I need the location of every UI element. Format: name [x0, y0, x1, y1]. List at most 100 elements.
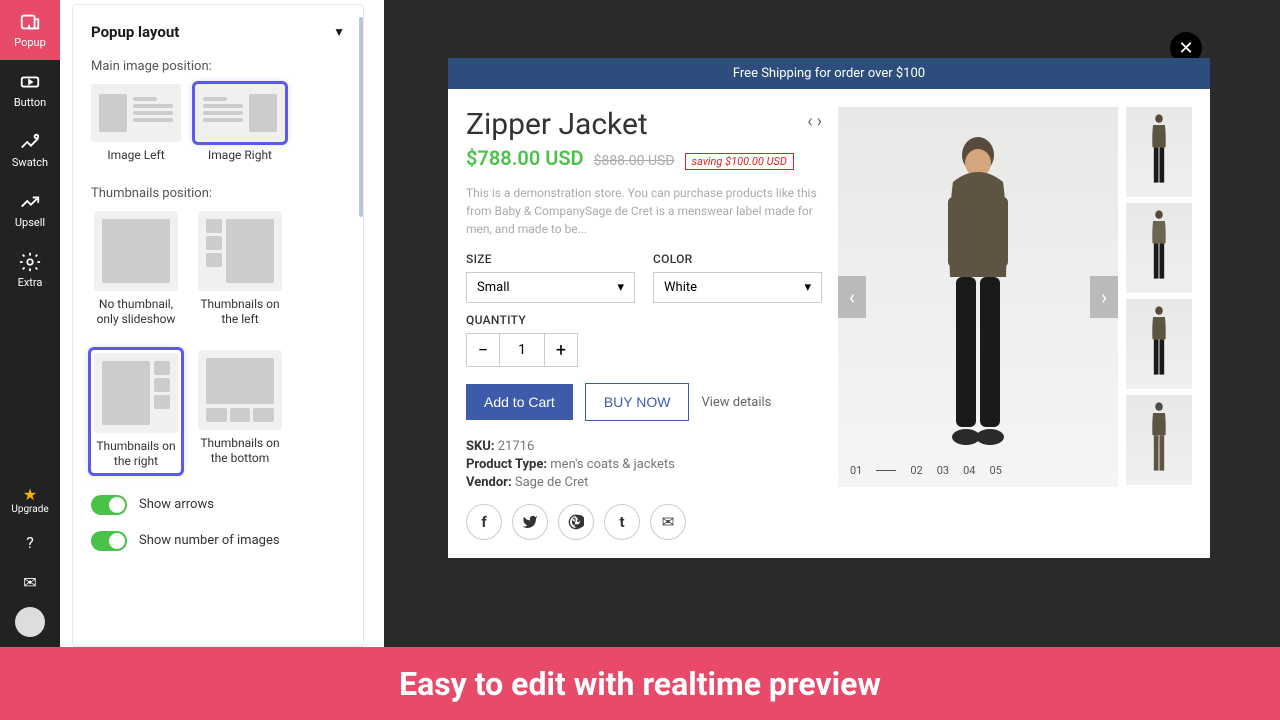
button-icon — [19, 71, 41, 93]
sidebar-label: Extra — [18, 276, 43, 289]
add-to-cart-button[interactable]: Add to Cart — [466, 384, 573, 420]
sidebar-item-button[interactable]: Button — [0, 60, 60, 120]
section-header[interactable]: Popup layout ▼ — [91, 23, 345, 41]
title-nav: ‹ › — [807, 111, 822, 132]
upgrade-label: Upgrade — [11, 504, 48, 515]
view-details-link[interactable]: View details — [701, 395, 771, 410]
gallery-prev-button[interactable]: ‹ — [838, 276, 866, 318]
option-label: Image Left — [91, 148, 181, 164]
next-icon[interactable]: › — [817, 111, 822, 132]
size-value: Small — [477, 280, 510, 295]
option-label: Thumbnails on the right — [94, 439, 178, 470]
thumbnail[interactable] — [1126, 395, 1192, 485]
option-thumbnails-right[interactable]: Thumbnails on the right — [91, 350, 181, 473]
pinterest-icon[interactable] — [558, 504, 594, 540]
gallery-next-button[interactable]: › — [1090, 276, 1118, 318]
thumbnail[interactable] — [1126, 107, 1192, 197]
vendor-row: Vendor: Sage de Cret — [466, 475, 822, 490]
sku-row: SKU: 21716 — [466, 439, 822, 454]
thumb-preview — [94, 353, 178, 433]
thumb-preview — [198, 211, 282, 291]
twitter-icon[interactable] — [512, 504, 548, 540]
sidebar-item-extra[interactable]: Extra — [0, 240, 60, 300]
sidebar-item-swatch[interactable]: Swatch — [0, 120, 60, 180]
thumbnails-label: Thumbnails position: — [91, 186, 345, 201]
type-row: Product Type: men's coats & jackets — [466, 457, 822, 472]
sidebar-label: Swatch — [12, 156, 48, 169]
option-thumbnails-left[interactable]: Thumbnails on the left — [195, 211, 285, 328]
product-title: Zipper Jacket — [466, 107, 822, 142]
toggle-show-arrows[interactable] — [91, 495, 127, 515]
sidebar-item-popup[interactable]: Popup — [0, 0, 60, 60]
option-label: Image Right — [195, 148, 285, 164]
thumb-preview — [198, 350, 282, 430]
facebook-icon[interactable]: f — [466, 504, 502, 540]
config-panel: Popup layout ▼ Main image position: Imag… — [72, 4, 364, 647]
color-select[interactable]: White ▾ — [653, 272, 822, 303]
image-gallery: ‹ › 01 — [838, 107, 1192, 540]
option-label: No thumbnail, only slideshow — [91, 297, 181, 328]
page-num[interactable]: 03 — [937, 464, 949, 477]
chevron-down-icon: ▾ — [804, 280, 811, 295]
footer-banner: Easy to edit with realtime preview — [0, 647, 1280, 720]
prev-icon[interactable]: ‹ — [807, 111, 812, 132]
qty-minus-button[interactable]: − — [466, 333, 500, 367]
preview-area: ✕ Free Shipping for order over $100 Zipp… — [384, 0, 1280, 647]
thumb-preview — [91, 84, 181, 142]
avatar[interactable] — [15, 607, 45, 637]
thumbnails-column — [1126, 107, 1192, 540]
sidebar-label: Upsell — [15, 216, 45, 229]
upgrade-link[interactable]: ★ Upgrade — [11, 485, 48, 515]
thumbnail[interactable] — [1126, 299, 1192, 389]
person-silhouette — [918, 127, 1038, 467]
section-title-text: Popup layout — [91, 23, 179, 41]
popup-icon — [19, 11, 41, 33]
image-pager: 01 02 03 04 05 — [850, 464, 1002, 477]
color-label: COLOR — [653, 252, 822, 266]
app-sidebar: Popup Button Swatch Upsell Extra ★ Upgra… — [0, 0, 60, 647]
page-num[interactable]: 05 — [990, 464, 1002, 477]
old-price: $888.00 USD — [594, 153, 675, 169]
product-description: This is a demonstration store. You can p… — [466, 184, 822, 238]
mail-icon[interactable]: ✉ — [650, 504, 686, 540]
option-image-left[interactable]: Image Left — [91, 84, 181, 164]
price: $788.00 USD — [466, 146, 584, 170]
main-image: ‹ › 01 — [838, 107, 1118, 487]
main-image-label: Main image position: — [91, 59, 345, 74]
option-label: Thumbnails on the left — [195, 297, 285, 328]
shipping-banner: Free Shipping for order over $100 — [448, 58, 1210, 89]
page-num[interactable]: 04 — [963, 464, 975, 477]
qty-plus-button[interactable]: + — [544, 333, 578, 367]
sidebar-label: Button — [14, 96, 46, 109]
qty-value: 1 — [500, 333, 544, 367]
size-select[interactable]: Small ▾ — [466, 272, 635, 303]
thumb-preview — [94, 211, 178, 291]
popup-preview: Free Shipping for order over $100 Zipper… — [448, 58, 1210, 558]
buy-now-button[interactable]: BUY NOW — [585, 383, 690, 421]
color-value: White — [664, 280, 697, 295]
option-label: Thumbnails on the bottom — [195, 436, 285, 467]
extra-icon — [19, 251, 41, 273]
swatch-icon — [19, 131, 41, 153]
thumbnail[interactable] — [1126, 203, 1192, 293]
star-icon: ★ — [11, 485, 48, 504]
page-num[interactable]: 02 — [910, 464, 922, 477]
mail-icon[interactable]: ✉ — [15, 567, 45, 597]
thumb-preview — [195, 84, 285, 142]
sidebar-label: Popup — [14, 36, 46, 49]
tumblr-icon[interactable]: t — [604, 504, 640, 540]
option-image-right[interactable]: Image Right — [195, 84, 285, 164]
toggle-show-number[interactable] — [91, 531, 127, 551]
option-no-thumbnail[interactable]: No thumbnail, only slideshow — [91, 211, 181, 328]
chevron-down-icon: ▾ — [617, 280, 624, 295]
toggle-label: Show arrows — [139, 497, 214, 512]
help-icon[interactable]: ? — [15, 527, 45, 557]
product-info: Zipper Jacket ‹ › $788.00 USD $888.00 US… — [466, 107, 822, 540]
quantity-label: QUANTITY — [466, 313, 822, 327]
sidebar-item-upsell[interactable]: Upsell — [0, 180, 60, 240]
size-label: SIZE — [466, 252, 635, 266]
upsell-icon — [19, 191, 41, 213]
toggle-label: Show number of images — [139, 533, 280, 548]
option-thumbnails-bottom[interactable]: Thumbnails on the bottom — [195, 350, 285, 473]
page-num[interactable]: 01 — [850, 464, 862, 477]
